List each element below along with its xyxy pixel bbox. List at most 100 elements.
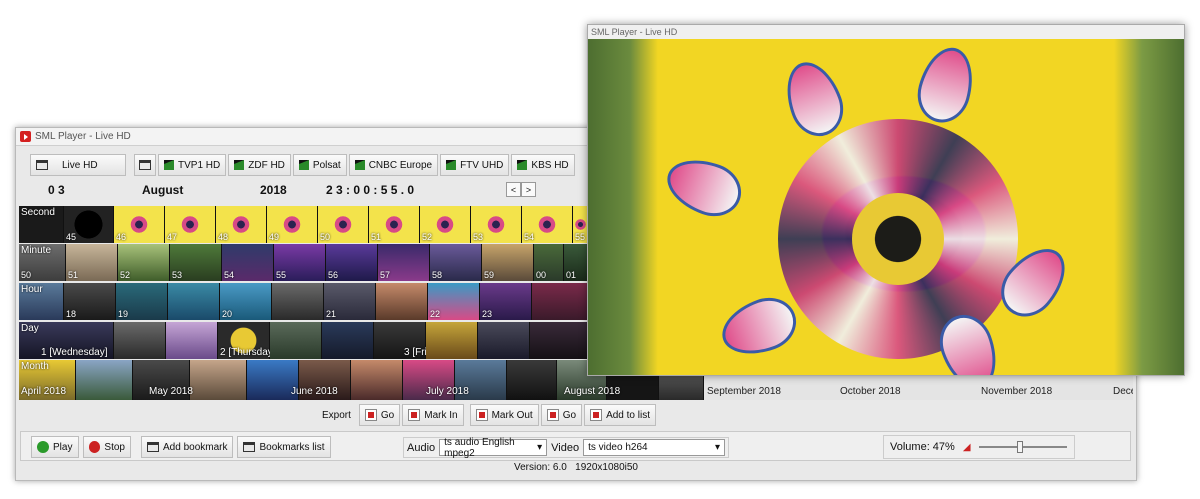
thumb-number: 21 <box>326 309 337 319</box>
thumb-number: 52 <box>120 270 131 280</box>
video-flower-center <box>852 193 944 285</box>
add-bookmark-button[interactable]: Add bookmark <box>141 436 234 458</box>
thumbnail[interactable] <box>76 360 133 400</box>
volume-label: Volume: 47% <box>890 441 955 453</box>
thumbnail[interactable]: 56 <box>326 244 378 281</box>
thumb-number: 58 <box>432 270 443 280</box>
speaker-icon[interactable]: ◢ <box>963 442 971 453</box>
thumbnail[interactable] <box>532 283 589 320</box>
thumbnail[interactable]: 51 <box>369 206 420 243</box>
channel-button-tvp1[interactable]: TVP1 HD <box>158 154 227 176</box>
live-hd-button[interactable]: Live HD <box>30 154 126 176</box>
video-background <box>1114 39 1184 375</box>
tv-icon <box>36 160 48 170</box>
add-to-list-button[interactable]: Add to list <box>584 404 656 426</box>
clapper-icon <box>234 160 245 170</box>
thumbnail[interactable]: 51 <box>66 244 118 281</box>
channel-button-zdf[interactable]: ZDF HD <box>228 154 291 176</box>
thumbnail[interactable]: 50 <box>318 206 369 243</box>
volume-slider[interactable] <box>978 441 1067 453</box>
month-label: September 2018 <box>707 386 781 397</box>
thumb-number: 45 <box>66 232 77 242</box>
thumbnail[interactable]: 19 <box>116 283 168 320</box>
thumb-number: 59 <box>484 270 495 280</box>
thumbnail[interactable]: 20 <box>220 283 272 320</box>
bookmarks-list-button[interactable]: Bookmarks list <box>237 436 331 458</box>
prev-button[interactable]: < <box>506 182 521 197</box>
thumb-number: 55 <box>276 270 287 280</box>
stop-button[interactable]: Stop <box>83 436 131 458</box>
stop-icon <box>89 441 101 453</box>
export-label: Export <box>322 409 351 421</box>
channel-menu-button[interactable] <box>134 154 156 176</box>
video-select[interactable]: ts video h264 ▾ <box>583 439 726 456</box>
mark-out-button[interactable]: Mark Out <box>469 404 539 426</box>
channel-button-ftv[interactable]: FTV UHD <box>440 154 510 176</box>
thumbnail[interactable] <box>322 322 374 359</box>
clapper-icon <box>298 160 309 170</box>
thumbnail[interactable]: 2 [Thursday] <box>218 322 276 359</box>
day-value[interactable]: 0 3 <box>48 183 65 197</box>
month-value[interactable]: August <box>142 183 183 197</box>
thumbnail[interactable] <box>507 360 557 400</box>
thumbnail[interactable]: 46 <box>114 206 165 243</box>
thumbnail[interactable] <box>190 360 247 400</box>
list-icon <box>243 442 256 452</box>
thumbnail[interactable] <box>168 283 220 320</box>
channel-label: Polsat <box>312 159 341 171</box>
channel-button-polsat[interactable]: Polsat <box>292 154 347 176</box>
channel-button-cnbc[interactable]: CNBC Europe <box>348 154 439 176</box>
video-label: Video <box>551 441 580 454</box>
thumbnail[interactable]: 45 <box>64 206 114 243</box>
thumbnail[interactable]: 55 <box>274 244 326 281</box>
mark-in-button[interactable]: Mark In <box>402 404 464 426</box>
thumbnail[interactable] <box>530 322 589 359</box>
thumbnail[interactable]: 18 <box>64 283 116 320</box>
thumbnail[interactable]: 53 <box>170 244 222 281</box>
thumb-number: 01 <box>566 270 577 280</box>
time-value[interactable]: 2 3 : 0 0 : 5 5 . 0 <box>326 183 414 197</box>
thumbnail[interactable]: 21 <box>324 283 376 320</box>
clapper-icon <box>354 160 365 170</box>
clapper-icon <box>446 160 457 170</box>
thumb-number: 22 <box>430 309 441 319</box>
thumbnail[interactable]: 57 <box>378 244 430 281</box>
mark-in-icon <box>408 409 421 421</box>
thumbnail[interactable] <box>166 322 218 359</box>
year-value[interactable]: 2018 <box>260 183 287 197</box>
thumbnail[interactable]: 48 <box>216 206 267 243</box>
thumbnail[interactable]: 49 <box>267 206 318 243</box>
thumbnail[interactable] <box>272 283 324 320</box>
next-button[interactable]: > <box>521 182 536 197</box>
thumbnail[interactable]: 54 <box>222 244 274 281</box>
thumbnail[interactable] <box>478 322 530 359</box>
video-frame[interactable] <box>588 39 1184 375</box>
thumbnail[interactable]: 3 [Friday] <box>374 322 446 359</box>
mark-out-icon <box>475 409 488 421</box>
thumbnail[interactable]: 01 <box>564 244 589 281</box>
thumb-number: 00 <box>536 270 547 280</box>
thumbnail[interactable]: 47 <box>165 206 216 243</box>
player-window: SML Player - Live HD <box>587 24 1185 376</box>
thumbnail[interactable]: 22 <box>428 283 480 320</box>
thumbnail[interactable]: 00 <box>534 244 564 281</box>
thumbnail[interactable]: 52 <box>420 206 471 243</box>
thumbnail[interactable]: 58 <box>430 244 482 281</box>
month-label: May 2018 <box>149 386 193 397</box>
audio-select[interactable]: ts audio English mpeg2 ▾ <box>439 437 548 459</box>
thumbnail[interactable]: 59 <box>482 244 534 281</box>
thumbnail[interactable]: 53 <box>471 206 522 243</box>
thumbnail[interactable] <box>270 322 322 359</box>
thumbnail[interactable]: 52 <box>118 244 170 281</box>
channel-button-kbs[interactable]: KBS HD <box>511 154 575 176</box>
thumbnail[interactable]: 23 <box>480 283 532 320</box>
thumbnail[interactable] <box>376 283 428 320</box>
thumbnail[interactable]: 54 <box>522 206 573 243</box>
play-button[interactable]: Play <box>31 436 79 458</box>
volume-thumb[interactable] <box>1017 441 1024 453</box>
thumbnail[interactable] <box>114 322 166 359</box>
go-in-button[interactable]: Go <box>358 404 401 426</box>
thumbnail[interactable] <box>351 360 403 400</box>
go-out-button[interactable]: Go <box>540 404 583 426</box>
thumbnail[interactable] <box>426 322 478 359</box>
